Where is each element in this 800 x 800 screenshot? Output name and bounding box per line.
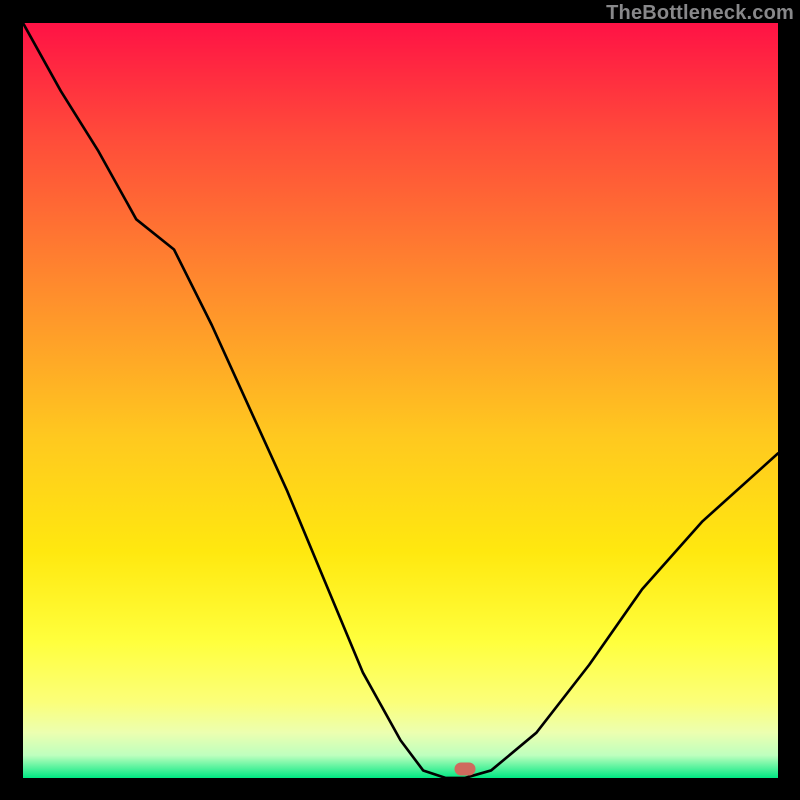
plot-area bbox=[23, 23, 778, 778]
watermark-label: TheBottleneck.com bbox=[606, 2, 794, 25]
bottleneck-curve bbox=[23, 23, 778, 778]
chart-stage: TheBottleneck.com bbox=[0, 0, 800, 800]
optimum-marker bbox=[454, 762, 475, 775]
curve-path bbox=[23, 23, 778, 778]
